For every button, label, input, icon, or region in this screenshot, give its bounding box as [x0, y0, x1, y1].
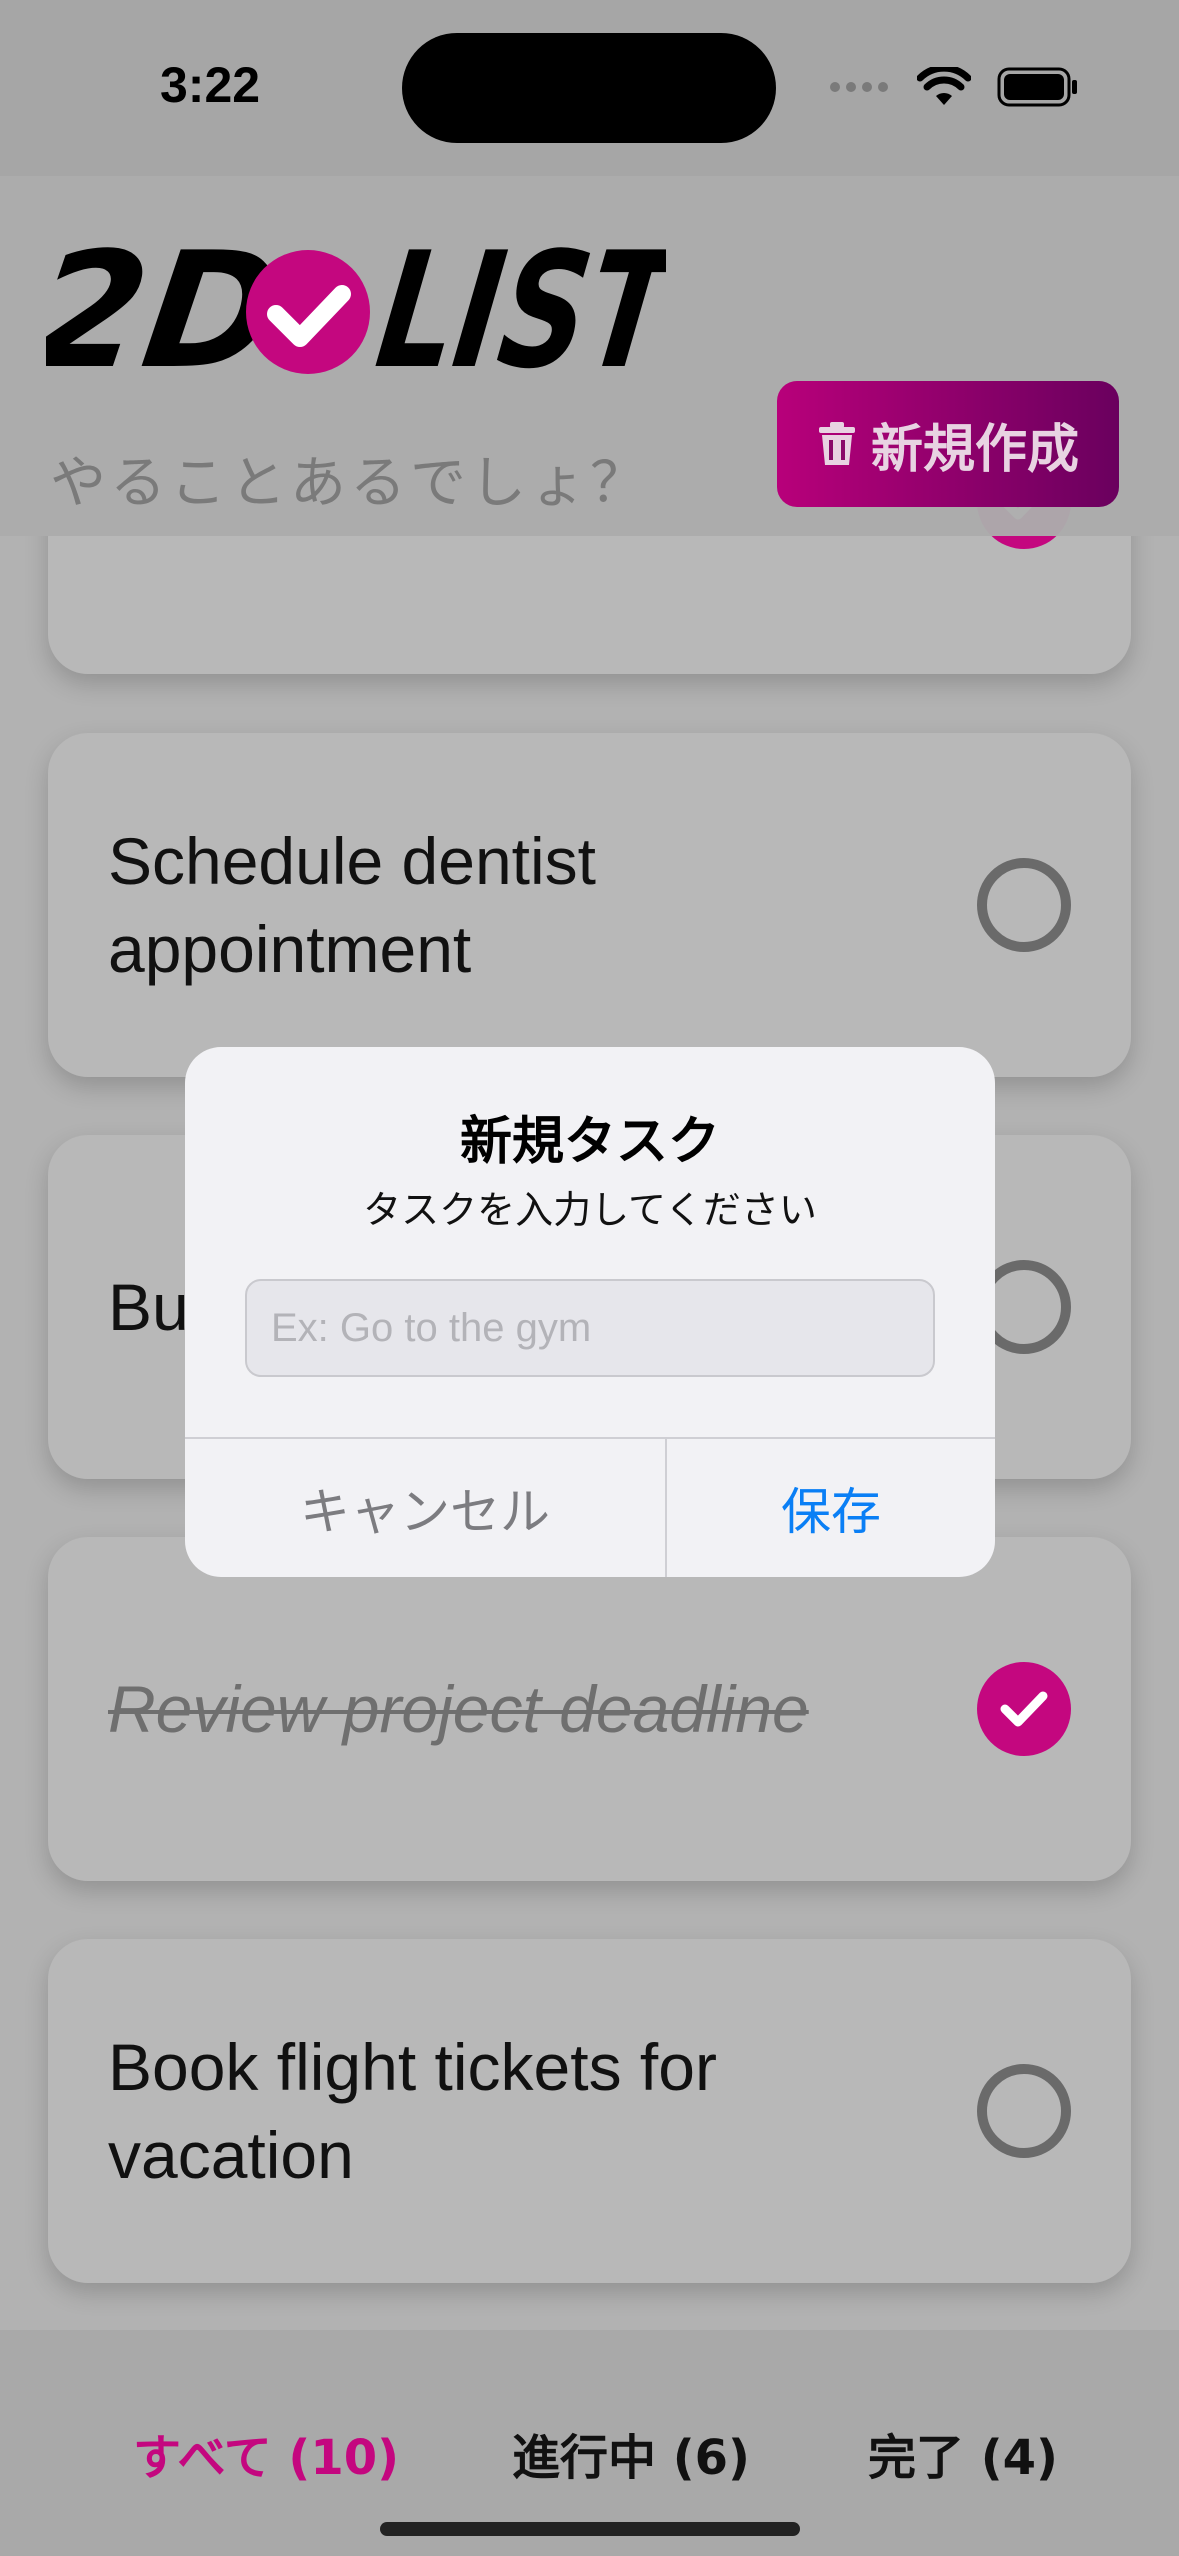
save-button[interactable]: 保存 — [667, 1439, 995, 1577]
cancel-button[interactable]: キャンセル — [185, 1439, 665, 1577]
dialog-message: タスクを入力してください — [363, 1188, 817, 1232]
new-task-dialog: 新規タスク タスクを入力してください キャンセル 保存 — [185, 1047, 995, 1577]
dialog-title: 新規タスク — [459, 1112, 720, 1172]
task-input[interactable] — [245, 1279, 935, 1377]
